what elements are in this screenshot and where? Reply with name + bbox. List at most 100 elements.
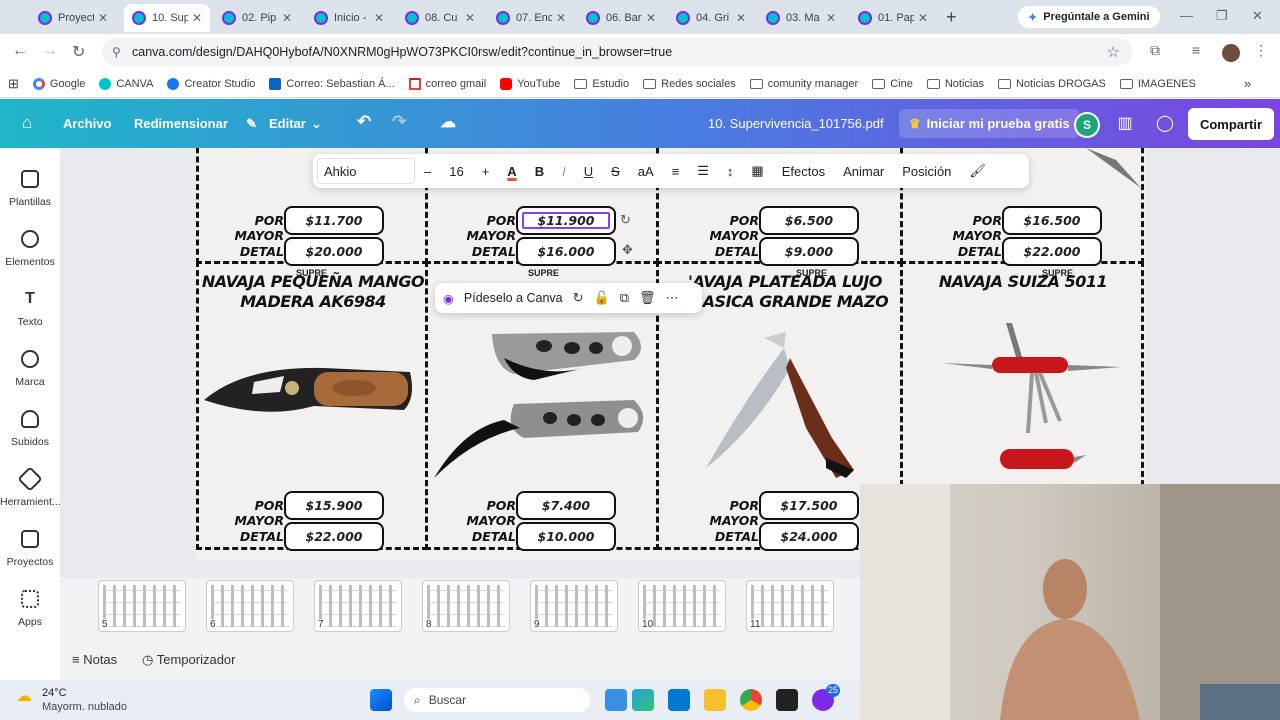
- tab-4[interactable]: 08. Cu ✕: [397, 4, 483, 32]
- product-title[interactable]: 'AVAJA PLATEADA LUJO CLASICA GRANDE MAZO: [676, 272, 894, 312]
- lock-icon[interactable]: 🔓: [594, 290, 610, 306]
- page-thumbnail[interactable]: 7: [314, 580, 402, 632]
- capcut-icon[interactable]: [776, 689, 798, 711]
- effects-button[interactable]: Efectos: [773, 164, 834, 179]
- rotate-handle-icon[interactable]: ↻: [620, 212, 631, 228]
- duplicate-icon[interactable]: ⧉: [620, 290, 629, 306]
- retail-price[interactable]: $20.000: [284, 237, 384, 266]
- align-center-icon[interactable]: ≡: [663, 164, 689, 179]
- menu-redimensionar[interactable]: Redimensionar: [134, 116, 228, 131]
- refresh-icon[interactable]: ↻: [573, 290, 584, 306]
- bookmark-noticias[interactable]: Noticias: [926, 78, 984, 90]
- font-selector[interactable]: Ahkio: [317, 158, 415, 184]
- profile-avatar[interactable]: [1222, 44, 1240, 62]
- maximize-icon[interactable]: ❐: [1216, 8, 1228, 24]
- tab-5[interactable]: 07. Enc ✕: [488, 4, 574, 32]
- move-handle-icon[interactable]: ✥: [622, 242, 633, 258]
- sidebar-item-herramientas[interactable]: Herramient...: [0, 466, 61, 508]
- page-thumbnail[interactable]: 11: [746, 580, 834, 632]
- tab-6[interactable]: 06. Bar ✕: [578, 4, 664, 32]
- reload-icon[interactable]: ↻: [72, 42, 85, 62]
- cloud-saved-icon[interactable]: ☁: [440, 112, 456, 132]
- italic-button[interactable]: I: [553, 164, 575, 179]
- knife-image[interactable]: [1086, 148, 1146, 198]
- page-thumbnail[interactable]: 10: [638, 580, 726, 632]
- windows-start-icon[interactable]: [370, 689, 392, 711]
- sidebar-item-marca[interactable]: Marca: [0, 350, 60, 388]
- menu-dots-icon[interactable]: ⋮: [1254, 42, 1268, 59]
- retail-price[interactable]: $22.000: [284, 522, 384, 551]
- task-view-icon[interactable]: [605, 689, 627, 711]
- position-button[interactable]: Posición: [893, 164, 960, 179]
- chevron-down-icon[interactable]: ⌄: [311, 116, 322, 132]
- spacing-icon[interactable]: ↕: [718, 164, 743, 179]
- notes-button[interactable]: ≡ Notas: [72, 652, 117, 667]
- underline-button[interactable]: U: [575, 164, 602, 179]
- font-size-decrease[interactable]: –: [415, 164, 440, 179]
- comment-icon[interactable]: ◯: [1154, 113, 1176, 135]
- minimize-icon[interactable]: —: [1180, 8, 1193, 23]
- temperature[interactable]: 24°C: [42, 687, 67, 699]
- close-icon[interactable]: ✕: [918, 11, 928, 25]
- ask-canva-button[interactable]: Pídeselo a Canva: [464, 291, 563, 305]
- sidebar-item-elementos[interactable]: Elementos: [0, 230, 60, 268]
- timer-button[interactable]: ◷ Temporizador: [142, 652, 236, 668]
- font-size-value[interactable]: 16: [440, 164, 472, 179]
- bookmark-gmail[interactable]: correo gmail: [408, 77, 486, 90]
- font-size-increase[interactable]: +: [473, 164, 499, 179]
- undo-icon[interactable]: ↶: [357, 112, 371, 132]
- more-options-icon[interactable]: ⋯: [666, 290, 679, 306]
- bookmark-creator-studio[interactable]: Creator Studio: [167, 77, 255, 90]
- url-bar[interactable]: ⚲ canva.com/design/DAHQ0HybofA/N0XNRM0gH…: [102, 38, 1132, 66]
- bookmark-cine[interactable]: Cine: [872, 78, 913, 90]
- bold-button[interactable]: B: [526, 164, 553, 179]
- wholesale-price[interactable]: $7.400: [516, 491, 616, 520]
- close-icon[interactable]: ✕: [556, 11, 566, 25]
- reading-list-icon[interactable]: ≡: [1192, 42, 1200, 58]
- close-icon[interactable]: ✕: [282, 11, 292, 25]
- knife-image[interactable]: [706, 328, 856, 478]
- home-icon[interactable]: ⌂: [22, 113, 32, 133]
- animate-button[interactable]: Animar: [834, 164, 893, 179]
- retail-price[interactable]: $9.000: [759, 237, 859, 266]
- more-bookmarks-icon[interactable]: »: [1244, 76, 1251, 91]
- chrome-icon[interactable]: [740, 689, 762, 711]
- bookmark-star-icon[interactable]: ☆: [1107, 43, 1120, 61]
- close-icon[interactable]: ✕: [736, 11, 746, 25]
- page-thumbnail[interactable]: 9: [530, 580, 618, 632]
- bookmark-noticias-drogas[interactable]: Noticias DROGAS: [997, 78, 1106, 90]
- extensions-icon[interactable]: ⧉: [1150, 42, 1160, 59]
- tab-8[interactable]: 03. Ma ✕: [758, 4, 844, 32]
- bookmark-community[interactable]: comunity manager: [749, 78, 858, 90]
- trash-icon[interactable]: 🗑: [639, 290, 656, 306]
- retail-price[interactable]: $16.000: [516, 237, 616, 266]
- text-color-button[interactable]: A: [498, 164, 525, 179]
- retail-price[interactable]: $10.000: [516, 522, 616, 551]
- analytics-icon[interactable]: ▥: [1114, 113, 1136, 135]
- tab-3[interactable]: Inicio - ✕: [306, 4, 392, 32]
- bookmark-canva[interactable]: CANVA: [99, 77, 153, 90]
- back-icon[interactable]: ←: [12, 42, 28, 60]
- page-thumbnail[interactable]: 6: [206, 580, 294, 632]
- transparency-icon[interactable]: ▦: [742, 163, 772, 179]
- close-icon[interactable]: ✕: [826, 11, 836, 25]
- knife-image[interactable]: [936, 313, 1126, 473]
- user-avatar[interactable]: S: [1074, 112, 1100, 138]
- file-explorer-icon[interactable]: [704, 689, 726, 711]
- tab-0[interactable]: Proyect ✕: [30, 4, 116, 32]
- wholesale-price[interactable]: $11.700: [284, 206, 384, 235]
- taskbar-search[interactable]: ⌕ Buscar: [404, 688, 590, 712]
- menu-editar[interactable]: Editar: [269, 116, 306, 131]
- sidebar-item-subidos[interactable]: Subidos: [0, 410, 60, 448]
- sidebar-item-proyectos[interactable]: Proyectos: [0, 530, 60, 568]
- wholesale-price-selected[interactable]: $11.900: [516, 206, 616, 235]
- apps-grid-icon[interactable]: ⊞: [8, 76, 19, 92]
- store-icon[interactable]: [668, 689, 690, 711]
- weather-text[interactable]: Mayorm. nublado: [42, 701, 127, 713]
- bookmark-youtube[interactable]: YouTube: [500, 77, 560, 90]
- gemini-button[interactable]: ✦ Pregúntale a Gemini: [1018, 6, 1160, 28]
- menu-archivo[interactable]: Archivo: [63, 116, 111, 131]
- tab-7[interactable]: 04. Gri ✕: [668, 4, 754, 32]
- close-icon[interactable]: ✕: [646, 11, 656, 25]
- wholesale-price[interactable]: $16.500: [1002, 206, 1102, 235]
